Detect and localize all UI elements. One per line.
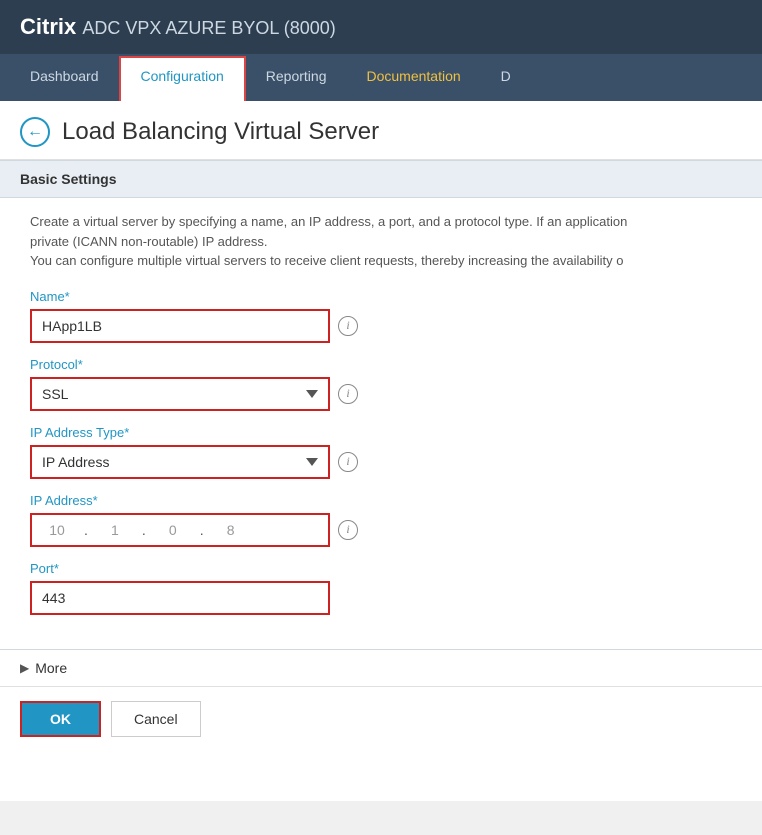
brand-name: Citrix ADC VPX AZURE BYOL (8000) [20, 14, 336, 40]
ip-address-field-group: IP Address* . . . i [30, 493, 732, 547]
ip-dot-2: . [140, 522, 148, 538]
ip-octet-4[interactable] [206, 515, 256, 545]
section-title: Basic Settings [20, 171, 116, 187]
page-title: Load Balancing Virtual Server [62, 118, 379, 146]
more-arrow-icon: ▶ [20, 661, 29, 675]
name-input-row: i [30, 309, 732, 343]
protocol-info-icon[interactable]: i [338, 384, 358, 404]
form-area: Basic Settings Create a virtual server b… [0, 160, 762, 771]
section-header-basic: Basic Settings [0, 160, 762, 198]
brand-subtitle: ADC VPX AZURE BYOL (8000) [82, 18, 335, 38]
desc-line1: Create a virtual server by specifying a … [30, 212, 732, 232]
port-input[interactable] [30, 581, 330, 615]
ip-address-label: IP Address* [30, 493, 732, 508]
ip-type-select[interactable]: IP Address Non Addressable Wildcard [30, 445, 330, 479]
name-field-group: Name* i [30, 289, 732, 343]
port-label: Port* [30, 561, 732, 576]
footer-buttons: OK Cancel [0, 686, 762, 751]
ip-dot-1: . [82, 522, 90, 538]
tab-dashboard[interactable]: Dashboard [10, 54, 119, 101]
name-info-icon[interactable]: i [338, 316, 358, 336]
nav-tabs: Dashboard Configuration Reporting Docume… [0, 54, 762, 101]
desc-line3: You can configure multiple virtual serve… [30, 251, 732, 271]
back-button[interactable]: ← [20, 117, 50, 147]
more-section[interactable]: ▶ More [0, 649, 762, 686]
name-label: Name* [30, 289, 732, 304]
ip-type-input-row: IP Address Non Addressable Wildcard i [30, 445, 732, 479]
ip-dot-3: . [198, 522, 206, 538]
app-header: Citrix ADC VPX AZURE BYOL (8000) [0, 0, 762, 54]
tab-d[interactable]: D [481, 54, 531, 101]
protocol-field-group: Protocol* SSL HTTP HTTPS TCP UDP i [30, 357, 732, 411]
tab-configuration[interactable]: Configuration [119, 56, 246, 101]
tab-documentation[interactable]: Documentation [346, 54, 480, 101]
ip-type-info-icon[interactable]: i [338, 452, 358, 472]
section-body: Create a virtual server by specifying a … [0, 198, 762, 649]
ok-button[interactable]: OK [20, 701, 101, 737]
cancel-button[interactable]: Cancel [111, 701, 201, 737]
port-field-group: Port* [30, 561, 732, 615]
description-text: Create a virtual server by specifying a … [30, 212, 732, 271]
ip-input-group: . . . [30, 513, 330, 547]
ip-octet-1[interactable] [32, 515, 82, 545]
brand-citrix: Citrix [20, 14, 76, 39]
protocol-label: Protocol* [30, 357, 732, 372]
ip-type-label: IP Address Type* [30, 425, 732, 440]
page-content: ← Load Balancing Virtual Server Basic Se… [0, 101, 762, 801]
port-input-row [30, 581, 732, 615]
ip-octet-3[interactable] [148, 515, 198, 545]
protocol-input-row: SSL HTTP HTTPS TCP UDP i [30, 377, 732, 411]
ip-address-input-row: . . . i [30, 513, 732, 547]
ip-address-info-icon[interactable]: i [338, 520, 358, 540]
ip-type-field-group: IP Address Type* IP Address Non Addressa… [30, 425, 732, 479]
tab-reporting[interactable]: Reporting [246, 54, 347, 101]
more-label: More [35, 660, 67, 676]
desc-line2: private (ICANN non-routable) IP address. [30, 232, 732, 252]
protocol-select[interactable]: SSL HTTP HTTPS TCP UDP [30, 377, 330, 411]
page-title-bar: ← Load Balancing Virtual Server [0, 101, 762, 160]
ip-octet-2[interactable] [90, 515, 140, 545]
name-input[interactable] [30, 309, 330, 343]
